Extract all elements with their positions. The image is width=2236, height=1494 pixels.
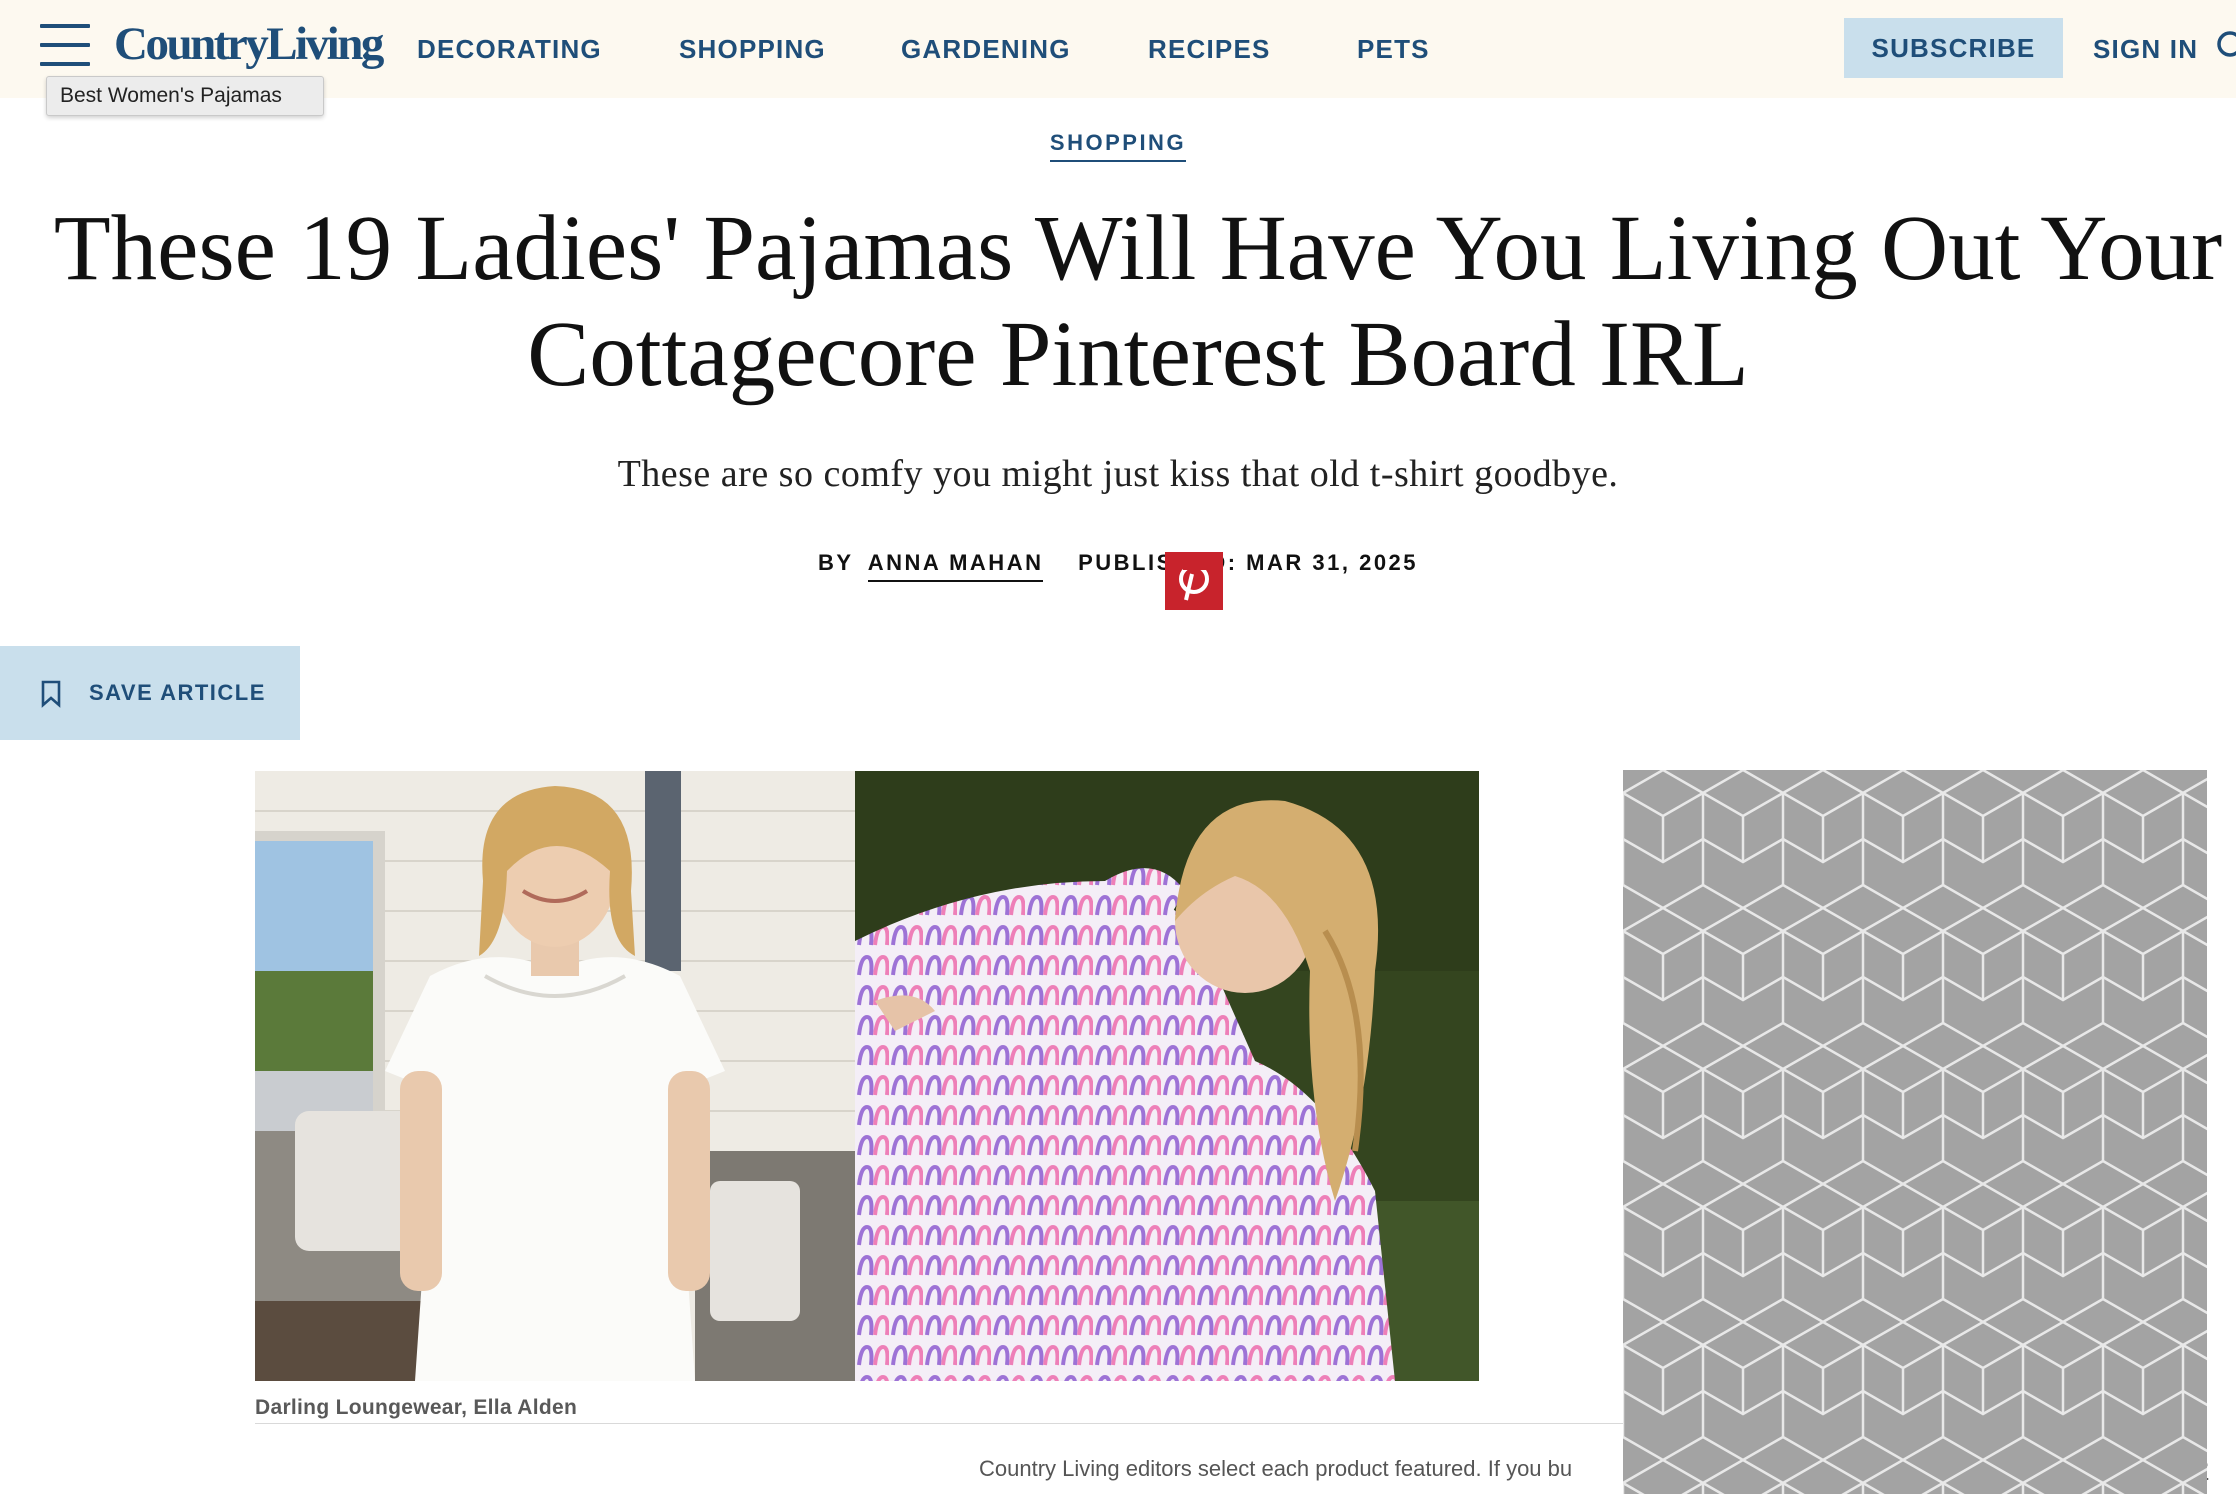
divider	[255, 1423, 1625, 1424]
sign-in-link[interactable]: SIGN IN	[2093, 0, 2198, 98]
nav-pets[interactable]: PETS	[1357, 0, 1430, 98]
site-logo[interactable]: CountryLiving	[114, 14, 384, 74]
menu-icon[interactable]	[40, 24, 90, 66]
article-headline: These 19 Ladies' Pajamas Will Have You L…	[40, 196, 2236, 408]
section-label: SHOPPING	[0, 130, 2236, 162]
section-link-shopping[interactable]: SHOPPING	[1049, 130, 1187, 162]
headline-line-2: Cottagecore Pinterest Board IRL	[527, 303, 1749, 406]
search-icon[interactable]	[2216, 30, 2236, 64]
tooltip: Best Women's Pajamas	[46, 76, 324, 116]
author-link[interactable]: ANNA MAHAN	[867, 550, 1044, 582]
headline-line-1: These 19 Ladies' Pajamas Will Have You L…	[53, 197, 2223, 300]
lead-image	[255, 771, 1479, 1381]
photo-pink-pajamas	[855, 771, 1479, 1381]
photo-white-nightgown	[255, 771, 855, 1381]
save-article-label: SAVE ARTICLE	[89, 680, 266, 705]
published-date: PUBLISHED: MAR 31, 2025	[1078, 550, 1419, 575]
bookmark-icon	[41, 680, 61, 708]
image-caption: Darling Loungewear, Ella Alden	[255, 1396, 578, 1419]
nav-shopping[interactable]: SHOPPING	[679, 0, 826, 98]
nav-decorating[interactable]: DECORATING	[417, 0, 602, 98]
pinterest-save-button[interactable]	[1165, 552, 1223, 610]
site-header: CountryLiving DECORATING SHOPPING GARDEN…	[0, 0, 2236, 98]
byline: BY ANNA MAHAN PUBLISHED: MAR 31, 2025	[0, 550, 2236, 582]
nav-gardening[interactable]: GARDENING	[901, 0, 1071, 98]
by-label: BY	[817, 550, 854, 575]
ad-placeholder[interactable]	[1623, 770, 2207, 1494]
nav-recipes[interactable]: RECIPES	[1148, 0, 1271, 98]
subscribe-button[interactable]: SUBSCRIBE	[1844, 18, 2063, 78]
pinterest-icon	[1179, 560, 1209, 601]
article-dek: These are so comfy you might just kiss t…	[617, 453, 1619, 495]
affiliate-disclaimer: Country Living editors select each produ…	[979, 1456, 1573, 1481]
save-article-button[interactable]: SAVE ARTICLE	[0, 646, 300, 740]
